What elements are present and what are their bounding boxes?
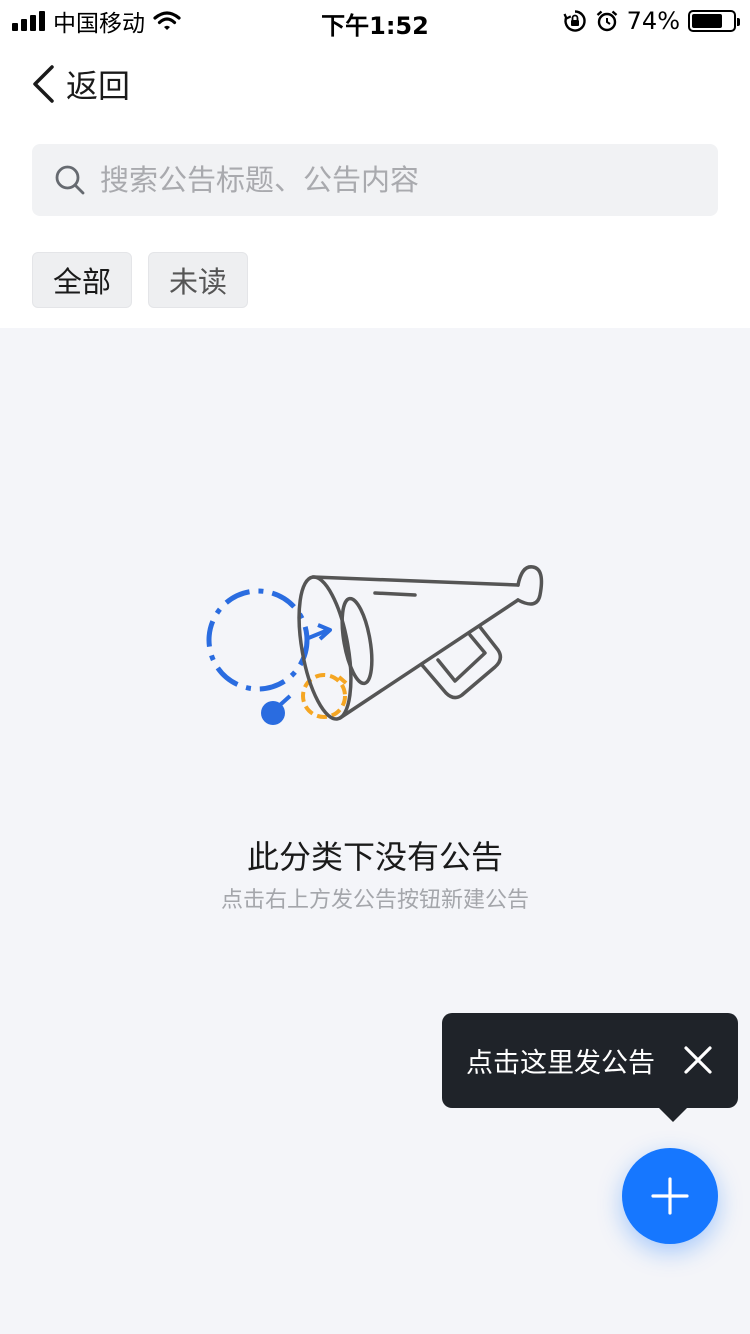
status-bar: 中国移动 下午1:52 74% bbox=[0, 0, 750, 40]
chevron-left-icon bbox=[33, 65, 54, 103]
battery-fill bbox=[692, 14, 722, 28]
empty-state-subtitle: 点击右上方发公告按钮新建公告 bbox=[220, 888, 529, 913]
alarm-icon bbox=[596, 10, 617, 32]
close-icon[interactable] bbox=[680, 1042, 716, 1078]
search-bar[interactable] bbox=[32, 144, 718, 216]
blue-dashed-circle bbox=[206, 588, 310, 692]
back-button[interactable]: 返回 bbox=[30, 60, 130, 108]
add-announcement-button[interactable] bbox=[622, 1148, 718, 1244]
header-area: 中国移动 下午1:52 74% 返回 搜索公告标题、公告内容 全部 未读 bbox=[0, 0, 750, 328]
battery-percent: 74% bbox=[626, 7, 680, 35]
filter-chip-all[interactable]: 全部 bbox=[32, 252, 132, 308]
megaphone-icon bbox=[297, 565, 544, 721]
tooltip-arrow bbox=[658, 1107, 688, 1122]
back-label: 返回 bbox=[66, 67, 131, 105]
empty-state-title: 此分类下没有公告 bbox=[246, 838, 503, 876]
rotation-lock-icon bbox=[563, 10, 586, 32]
tooltip-text: 点击这里发公告 bbox=[466, 1048, 655, 1079]
battery-icon bbox=[688, 10, 740, 32]
status-right: 74% bbox=[563, 6, 740, 36]
publish-tooltip: 点击这里发公告 bbox=[442, 1013, 738, 1122]
search-icon bbox=[55, 165, 85, 195]
plus-icon bbox=[651, 1177, 689, 1215]
megaphone-illustration bbox=[206, 565, 544, 725]
filter-chip-unread[interactable]: 未读 bbox=[148, 252, 248, 308]
search-input[interactable] bbox=[100, 163, 660, 197]
